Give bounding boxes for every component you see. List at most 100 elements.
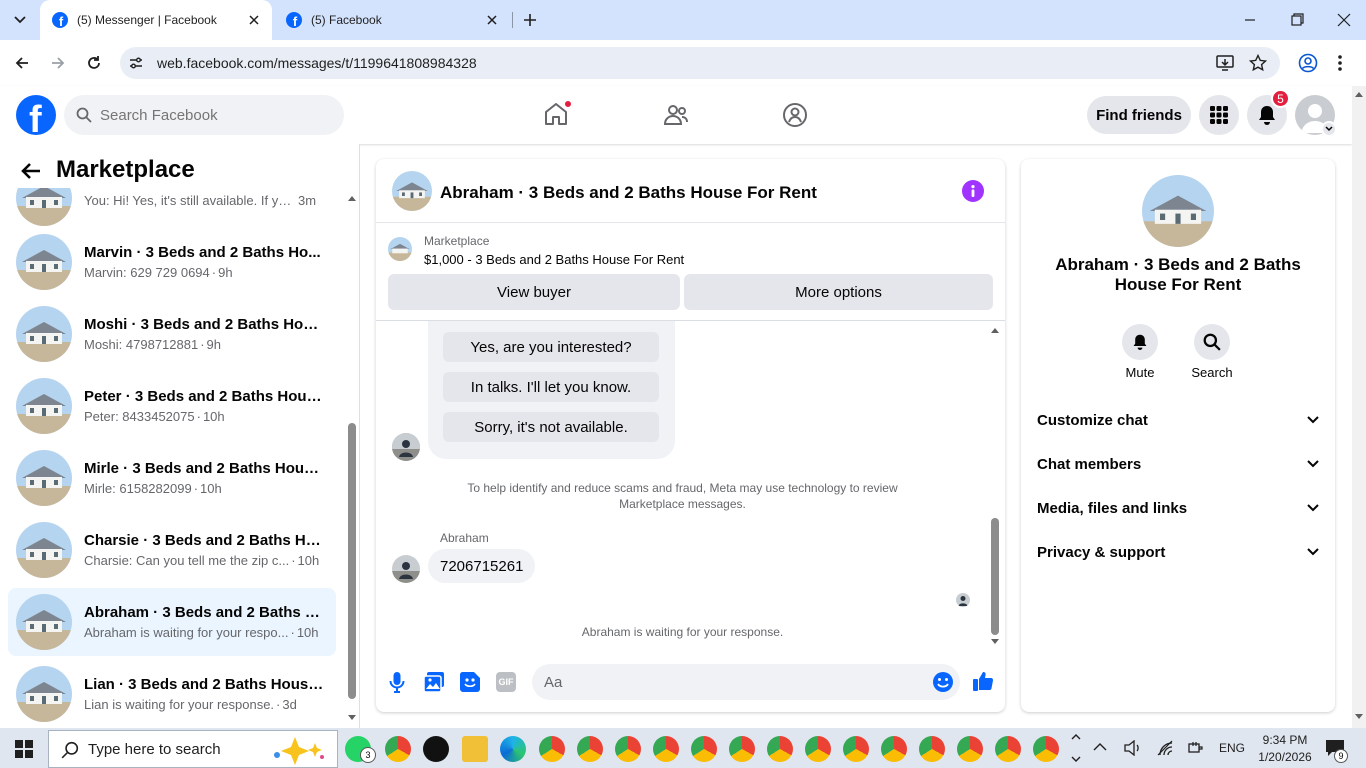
- chrome-profile-taskbar-icon[interactable]: [691, 736, 717, 762]
- search-input[interactable]: [100, 106, 320, 124]
- tab-messenger[interactable]: f (5) Messenger | Facebook: [40, 0, 272, 40]
- tab-search-button[interactable]: [8, 8, 32, 32]
- start-button[interactable]: [15, 740, 33, 758]
- facebook-search[interactable]: [64, 95, 344, 135]
- listing-detail[interactable]: $1,000 - 3 Beds and 2 Baths House For Re…: [424, 252, 684, 267]
- chat-title[interactable]: Abraham · 3 Beds and 2 Baths House For R…: [440, 183, 817, 203]
- url-text[interactable]: web.facebook.com/messages/t/119964180898…: [157, 55, 477, 71]
- thread-item[interactable]: Mirle · 3 Beds and 2 Baths Hous... Mirle…: [8, 444, 336, 512]
- reload-button[interactable]: [79, 48, 109, 78]
- back-to-marketplace-button[interactable]: [20, 161, 42, 181]
- chrome-profile-taskbar-icon[interactable]: [805, 736, 831, 762]
- chrome-profile-taskbar-icon[interactable]: [577, 736, 603, 762]
- chrome-profile-taskbar-icon[interactable]: [729, 736, 755, 762]
- customize-chat-section[interactable]: Customize chat: [1037, 405, 1319, 435]
- like-send-button[interactable]: [972, 670, 994, 692]
- file-explorer-taskbar-icon[interactable]: [462, 736, 488, 762]
- tiktok-taskbar-icon[interactable]: [423, 736, 449, 762]
- sticker-button[interactable]: [459, 671, 481, 693]
- chat-scrollbar[interactable]: [987, 323, 1003, 649]
- mute-button[interactable]: [1122, 324, 1158, 360]
- emoji-button[interactable]: [932, 671, 954, 693]
- edge-taskbar-icon[interactable]: [500, 736, 526, 762]
- thread-item[interactable]: Charsie · 3 Beds and 2 Baths Ho... Chars…: [8, 516, 336, 584]
- thread-list-scrollbar[interactable]: [344, 190, 360, 720]
- chrome-profile-taskbar-icon[interactable]: [653, 736, 679, 762]
- quick-reply-in-talks[interactable]: In talks. I'll let you know.: [443, 372, 659, 402]
- details-avatar[interactable]: [1142, 175, 1214, 247]
- thread-item-selected[interactable]: Abraham · 3 Beds and 2 Baths H... Abraha…: [8, 588, 336, 656]
- system-clock[interactable]: 9:34 PM 1/20/2026: [1252, 732, 1318, 766]
- restore-button[interactable]: [1287, 12, 1307, 28]
- chrome-profile-taskbar-icon[interactable]: [919, 736, 945, 762]
- page-scrollbar[interactable]: [1352, 86, 1366, 728]
- bookmark-star-icon[interactable]: [1249, 54, 1267, 72]
- taskbar-search-box[interactable]: Type here to search: [48, 730, 338, 768]
- network-icon[interactable]: [1157, 740, 1175, 756]
- scrollbar-thumb[interactable]: [991, 518, 999, 635]
- taskbar-scroll-arrows[interactable]: [1068, 730, 1084, 768]
- attach-media-button[interactable]: [423, 671, 445, 693]
- friends-nav-button[interactable]: [663, 102, 689, 128]
- profile-icon[interactable]: [1298, 53, 1318, 73]
- listing-thumbnail: [16, 666, 72, 722]
- browser-menu-icon[interactable]: [1336, 53, 1344, 73]
- menu-button[interactable]: [1199, 95, 1239, 135]
- voice-clip-button[interactable]: [389, 671, 405, 693]
- forward-button[interactable]: [43, 48, 73, 78]
- chrome-profile-taskbar-icon[interactable]: [615, 736, 641, 762]
- language-indicator[interactable]: ENG: [1219, 741, 1245, 755]
- groups-nav-button[interactable]: [782, 102, 808, 128]
- chat-avatar[interactable]: [392, 171, 432, 211]
- more-options-button[interactable]: More options: [684, 274, 993, 310]
- arrow-left-icon: [15, 57, 28, 69]
- quick-reply-interested[interactable]: Yes, are you interested?: [443, 332, 659, 362]
- new-tab-button[interactable]: [518, 8, 542, 32]
- sender-avatar[interactable]: [392, 555, 420, 583]
- thread-item[interactable]: Lian · 3 Beds and 2 Baths House ... Lian…: [8, 660, 336, 728]
- taskbar-search-placeholder[interactable]: Type here to search: [88, 741, 221, 758]
- back-button[interactable]: [7, 48, 37, 78]
- install-app-icon[interactable]: [1216, 54, 1234, 72]
- chrome-taskbar-icon[interactable]: [385, 736, 411, 762]
- view-buyer-button[interactable]: View buyer: [388, 274, 680, 310]
- chrome-profile-taskbar-icon[interactable]: [767, 736, 793, 762]
- chrome-profile-taskbar-icon[interactable]: [843, 736, 869, 762]
- chrome-profile-taskbar-icon[interactable]: [957, 736, 983, 762]
- close-window-button[interactable]: [1334, 12, 1354, 28]
- chat-members-section[interactable]: Chat members: [1037, 449, 1319, 479]
- facebook-logo-icon[interactable]: f: [16, 95, 56, 135]
- find-friends-button[interactable]: Find friends: [1087, 96, 1191, 134]
- show-hidden-icons-button[interactable]: [1093, 742, 1107, 752]
- site-info-icon[interactable]: [128, 55, 144, 71]
- thread-item[interactable]: Moshi · 3 Beds and 2 Baths Hou... Moshi:…: [8, 300, 336, 368]
- message-bubble[interactable]: 7206715261: [428, 549, 536, 583]
- close-tab-button[interactable]: [242, 8, 266, 32]
- tab-facebook[interactable]: f (5) Facebook: [274, 0, 510, 40]
- chrome-profile-taskbar-icon[interactable]: [539, 736, 565, 762]
- composer-field[interactable]: Aa: [532, 664, 960, 700]
- media-files-links-section[interactable]: Media, files and links: [1037, 493, 1319, 523]
- battery-icon[interactable]: [1188, 741, 1206, 755]
- chrome-profile-taskbar-icon[interactable]: [995, 736, 1021, 762]
- home-nav-button[interactable]: [543, 99, 573, 127]
- close-tab-button[interactable]: [480, 8, 504, 32]
- volume-icon[interactable]: [1124, 740, 1142, 756]
- thread-item[interactable]: Marvin · 3 Beds and 2 Baths Ho... Marvin…: [8, 228, 336, 296]
- tab-divider: [512, 12, 513, 28]
- composer-placeholder[interactable]: Aa: [544, 674, 562, 691]
- privacy-support-section[interactable]: Privacy & support: [1037, 537, 1319, 567]
- quick-reply-not-available[interactable]: Sorry, it's not available.: [443, 412, 659, 442]
- chrome-profile-taskbar-icon[interactable]: [881, 736, 907, 762]
- gif-button[interactable]: GIF: [496, 672, 516, 692]
- section-label: Customize chat: [1037, 411, 1148, 429]
- minimize-button[interactable]: [1240, 12, 1260, 28]
- sender-avatar[interactable]: [392, 433, 420, 461]
- microphone-icon: [389, 672, 405, 693]
- thread-item[interactable]: Peter · 3 Beds and 2 Baths Hous... Peter…: [8, 372, 336, 440]
- search-in-chat-button[interactable]: [1194, 324, 1230, 360]
- account-menu-chevron[interactable]: [1321, 121, 1337, 137]
- chrome-profile-taskbar-icon[interactable]: [1033, 736, 1059, 762]
- scrollbar-thumb[interactable]: [348, 423, 356, 699]
- info-button[interactable]: [962, 180, 984, 202]
